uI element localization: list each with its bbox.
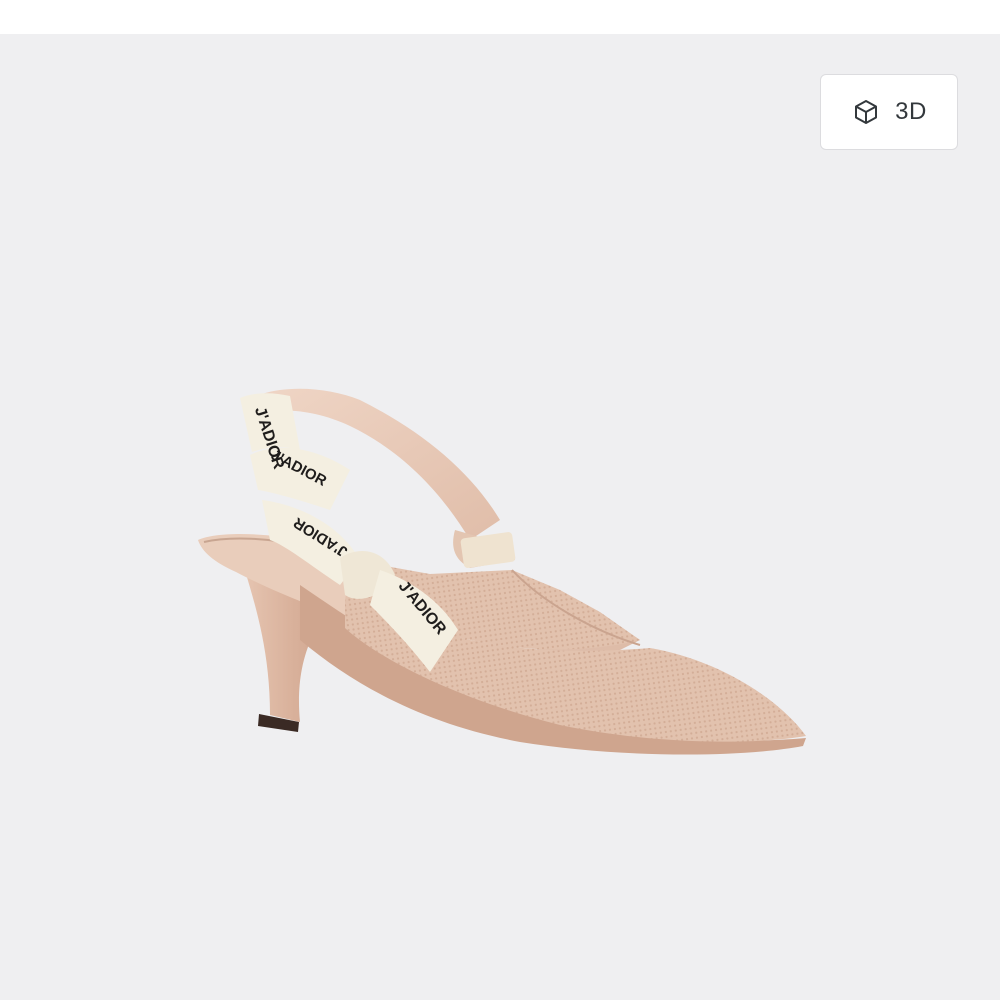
view-3d-label: 3D xyxy=(895,98,927,125)
view-3d-button[interactable]: 3D xyxy=(820,74,958,150)
product-image[interactable]: J'ADIOR J'ADIOR J'ADIOR J'ADIOR xyxy=(0,0,1000,1000)
cube-icon xyxy=(851,97,881,127)
